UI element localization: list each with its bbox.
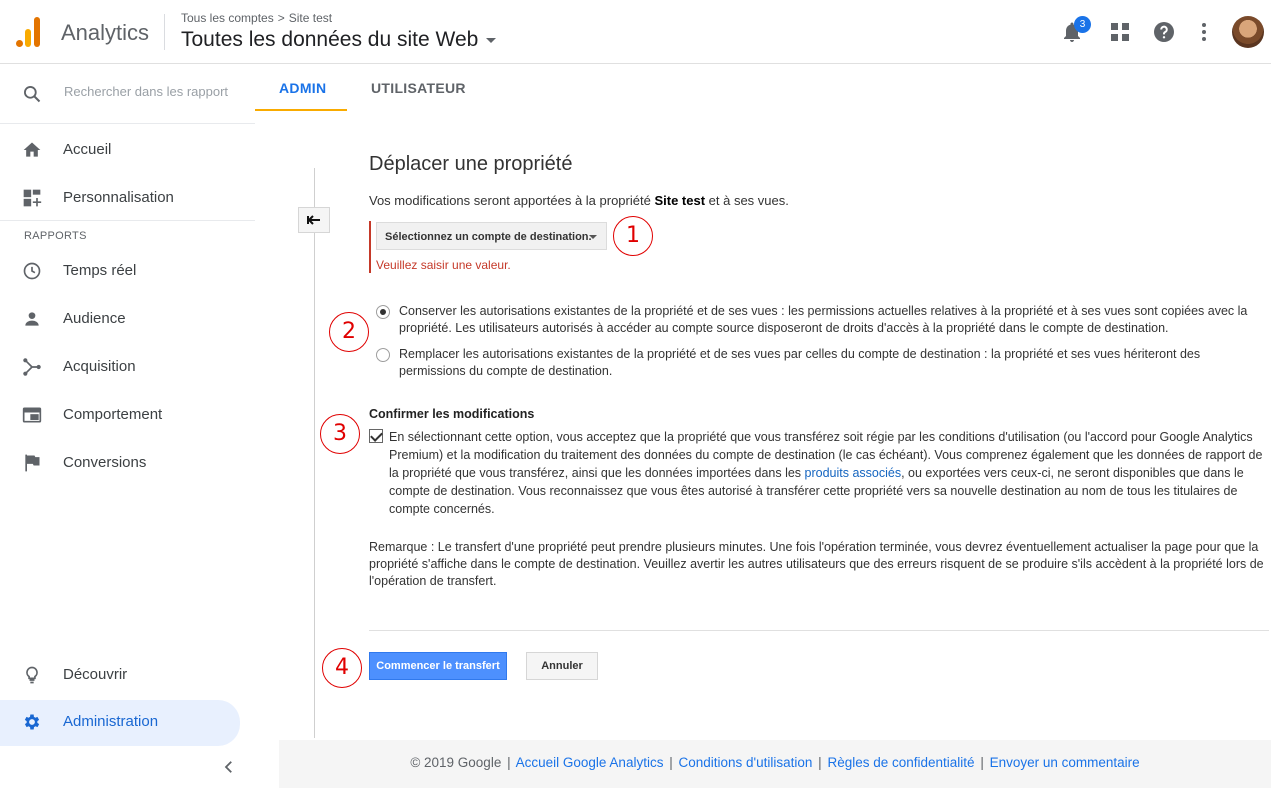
destination-account-select[interactable]: Sélectionnez un compte de destination. <box>376 222 607 250</box>
sidebar-item-realtime[interactable]: Temps réel <box>0 249 240 293</box>
sidebar-item-behavior[interactable]: Comportement <box>0 393 240 437</box>
footer-copyright: © 2019 Google <box>410 755 502 770</box>
confirm-heading: Confirmer les modifications <box>369 407 535 421</box>
analytics-logo-icon[interactable] <box>16 17 42 47</box>
sidebar-item-label: Conversions <box>63 454 147 471</box>
start-transfer-button[interactable]: Commencer le transfert <box>369 652 507 680</box>
form-divider <box>369 630 1269 631</box>
app-name: Analytics <box>61 20 150 45</box>
panel-guide-line <box>314 168 315 738</box>
intro-property-name: Site test <box>654 193 706 208</box>
sidebar-item-label: Administration <box>63 713 159 730</box>
top-header: Analytics Tous les comptes > Site test Tou… <box>0 0 1271 64</box>
admin-tabs: ADMIN UTILISATEUR <box>255 64 1271 112</box>
caret-down-icon <box>589 235 597 239</box>
breadcrumb-root[interactable]: Tous les comptes <box>181 11 274 25</box>
sidebar-search <box>0 64 255 124</box>
footer-separator: | <box>669 755 673 770</box>
clock-icon <box>23 262 41 280</box>
footer: © 2019 Google | Accueil Google Analytics… <box>279 740 1271 788</box>
lightbulb-icon <box>26 666 38 684</box>
sidebar-item-admin[interactable]: Administration <box>0 700 240 746</box>
flag-icon <box>25 454 40 472</box>
chevron-left-icon[interactable] <box>220 758 238 776</box>
apps-grid-icon[interactable] <box>1108 20 1132 44</box>
user-avatar[interactable] <box>1232 16 1264 48</box>
active-tab-indicator <box>255 109 347 111</box>
sidebar-item-label: Personnalisation <box>63 189 174 206</box>
error-message: Veuillez saisir une valeur. <box>376 258 511 272</box>
annotation-4: 4 <box>322 648 362 688</box>
footer-feedback-link[interactable]: Envoyer un commentaire <box>990 755 1140 770</box>
radio-selected[interactable] <box>376 305 390 319</box>
sidebar-item-discover[interactable]: Découvrir <box>0 653 240 697</box>
sidebar-item-label: Accueil <box>63 141 112 158</box>
footer-separator: | <box>507 755 511 770</box>
property-title: Toutes les données du site Web <box>181 28 479 51</box>
sidebar-item-home[interactable]: Accueil <box>0 128 240 172</box>
search-icon <box>24 86 41 103</box>
radio-replace-label: Remplacer les autorisations existantes d… <box>399 347 1201 378</box>
help-icon[interactable] <box>1152 20 1176 44</box>
sidebar-item-audience[interactable]: Audience <box>0 297 240 341</box>
tab-admin[interactable]: ADMIN <box>279 80 326 96</box>
associated-products-link[interactable]: produits associés <box>805 466 902 480</box>
tab-user[interactable]: UTILISATEUR <box>371 80 466 96</box>
sidebar-item-acquisition[interactable]: Acquisition <box>0 345 240 389</box>
search-input[interactable] <box>64 84 244 99</box>
annotation-3: 3 <box>320 414 360 454</box>
intro-suffix: et à ses vues. <box>705 193 789 208</box>
dashboard-plus-icon <box>23 189 42 207</box>
breadcrumb-leaf[interactable]: Site test <box>289 11 332 25</box>
property-selector[interactable]: Toutes les données du site Web <box>181 28 497 52</box>
breadcrumb-separator: > <box>277 11 285 25</box>
more-vert-icon[interactable] <box>1192 20 1216 44</box>
caret-down-icon <box>486 37 497 43</box>
annotation-2: 2 <box>329 312 369 352</box>
arrow-left-icon <box>307 215 320 225</box>
sidebar: Accueil Personnalisation RAPPORTS Temps … <box>0 64 255 788</box>
sidebar-item-conversions[interactable]: Conversions <box>0 441 240 485</box>
sidebar-item-label: Découvrir <box>63 666 128 683</box>
home-icon <box>23 142 41 157</box>
annotation-1: 1 <box>613 216 653 256</box>
footer-privacy-link[interactable]: Règles de confidentialité <box>827 755 974 770</box>
reports-section-label: RAPPORTS <box>24 230 87 242</box>
sidebar-item-label: Acquisition <box>63 358 136 375</box>
footer-terms-link[interactable]: Conditions d'utilisation <box>679 755 813 770</box>
select-label: Sélectionnez un compte de destination. <box>385 231 592 243</box>
gear-icon <box>24 714 40 730</box>
footer-separator: | <box>818 755 822 770</box>
footer-home-link[interactable]: Accueil Google Analytics <box>516 755 664 770</box>
confirm-text: En sélectionnant cette option, vous acce… <box>389 428 1269 518</box>
sidebar-item-label: Temps réel <box>63 262 137 279</box>
person-icon <box>25 312 39 326</box>
header-divider <box>164 14 165 50</box>
sidebar-divider <box>0 220 255 221</box>
sidebar-item-label: Audience <box>63 310 126 327</box>
acquisition-icon <box>23 358 41 376</box>
intro-prefix: Vos modifications seront apportées à la … <box>369 193 655 208</box>
sidebar-item-customization[interactable]: Personnalisation <box>0 176 240 220</box>
error-indicator-bar <box>369 221 371 273</box>
footer-separator: | <box>980 755 984 770</box>
cancel-button[interactable]: Annuler <box>526 652 598 680</box>
radio-unselected[interactable] <box>376 348 390 362</box>
main-content: ADMIN UTILISATEUR Déplacer une propriété… <box>255 64 1271 788</box>
page-title: Déplacer une propriété <box>369 153 573 175</box>
breadcrumb[interactable]: Tous les comptes > Site test <box>181 11 332 25</box>
back-button[interactable] <box>298 207 330 233</box>
intro-text: Vos modifications seront apportées à la … <box>369 193 789 208</box>
web-window-icon <box>22 407 42 423</box>
confirm-checkbox[interactable] <box>369 429 383 443</box>
sidebar-item-label: Comportement <box>63 406 163 423</box>
transfer-note: Remarque : Le transfert d'une propriété … <box>369 540 1264 588</box>
notification-badge: 3 <box>1074 16 1091 33</box>
radio-keep-label: Conserver les autorisations existantes d… <box>399 304 1248 335</box>
